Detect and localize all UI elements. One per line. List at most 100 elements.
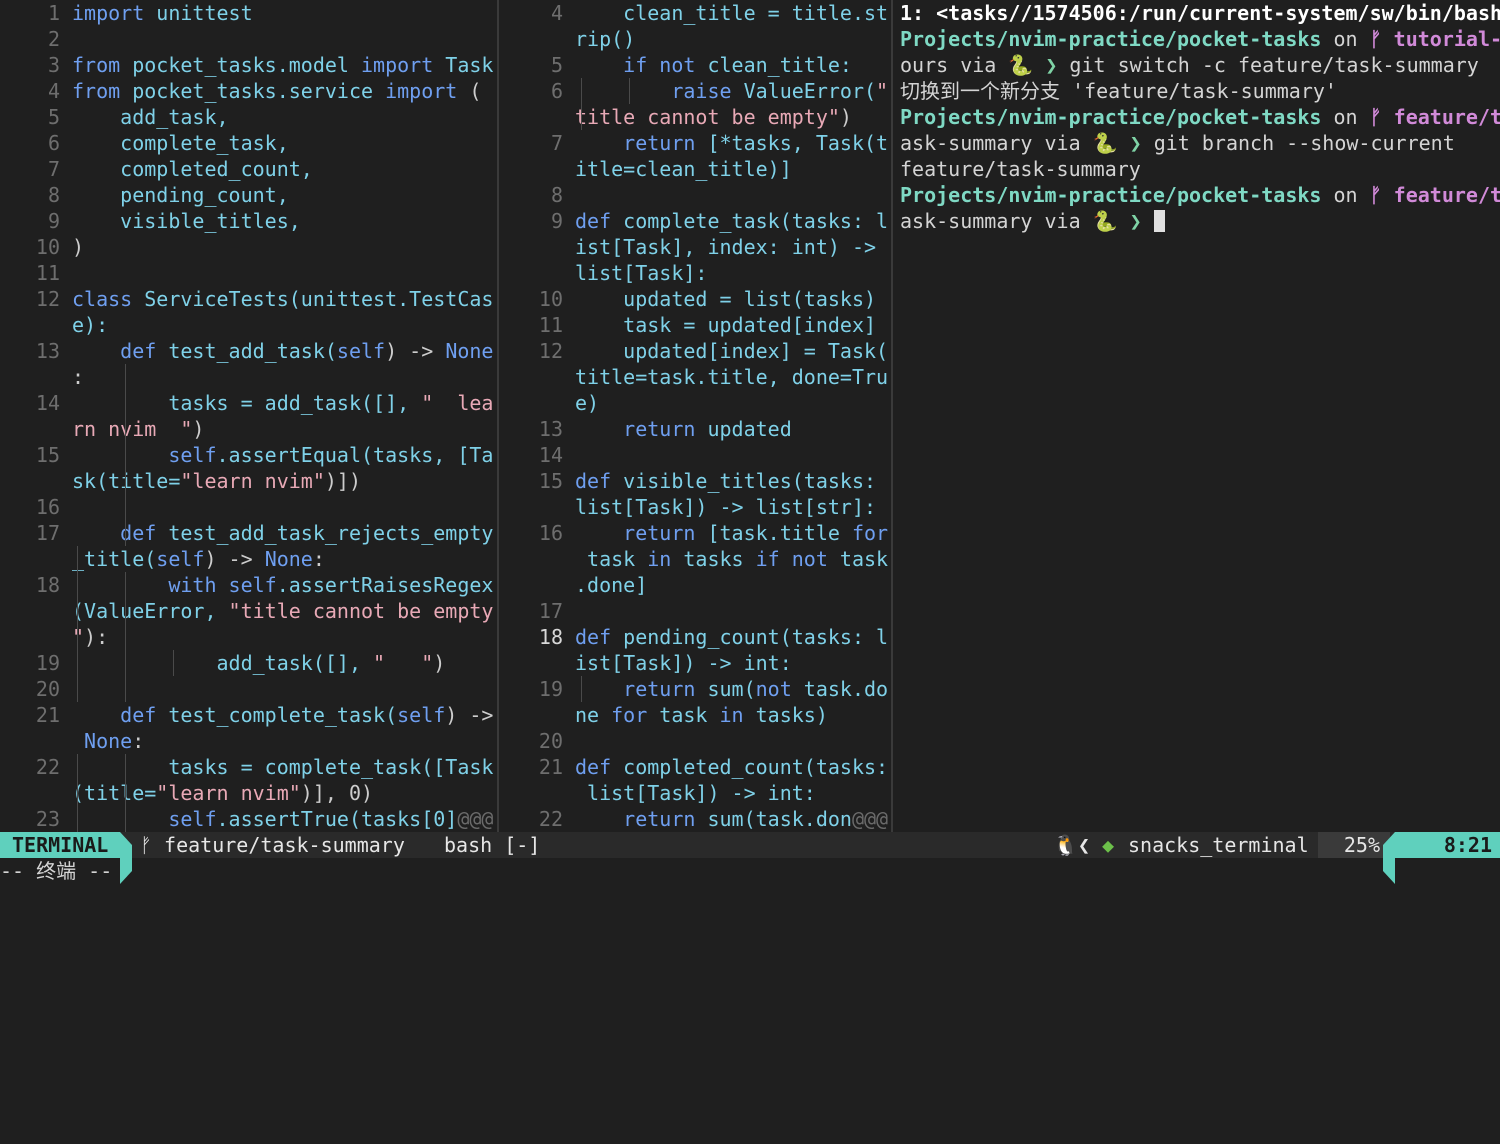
code-line[interactable]: 4 clean_title = title.st <box>500 0 891 26</box>
code-line[interactable]: 11 <box>0 260 497 286</box>
line-number: 22 <box>538 807 563 831</box>
code-line[interactable]: 7 return [*tasks, Task(t <box>500 130 891 156</box>
code-line[interactable]: 11 task = updated[index] <box>500 312 891 338</box>
code-line[interactable]: e): <box>0 312 497 338</box>
code-line[interactable]: list[Task]: <box>500 260 891 286</box>
code-line[interactable]: (ValueError, "title cannot be empty <box>0 598 497 624</box>
code-line[interactable]: _title(self) -> None: <box>0 546 497 572</box>
code-token: test_complete_task( <box>156 703 398 727</box>
code-line[interactable]: ne for task in tasks) <box>500 702 891 728</box>
code-line[interactable]: (title="learn nvim")], 0) <box>0 780 497 806</box>
code-line[interactable]: title cannot be empty") <box>500 104 891 130</box>
line-number: 13 <box>35 339 60 363</box>
code-line[interactable]: task in tasks if not task <box>500 546 891 572</box>
code-line[interactable]: 2 <box>0 26 497 52</box>
code-line[interactable]: 7 completed_count, <box>0 156 497 182</box>
line-number: 20 <box>538 729 563 753</box>
code-line[interactable]: ist[Task], index: int) -> <box>500 234 891 260</box>
code-line[interactable]: 12 updated[index] = Task( <box>500 338 891 364</box>
code-token: raise <box>671 79 732 103</box>
code-line[interactable]: 15 def visible_titles(tasks: <box>500 468 891 494</box>
code-line[interactable]: 10) <box>0 234 497 260</box>
code-line[interactable]: None: <box>0 728 497 754</box>
code-token: list[Task]) -> list[str]: <box>575 495 877 519</box>
code-line[interactable]: 23 self.assertTrue(tasks[0]@@@ <box>0 806 497 832</box>
code-line[interactable]: 20 <box>0 676 497 702</box>
code-line[interactable]: 13 return updated <box>500 416 891 442</box>
indent-guide <box>125 754 126 780</box>
code-line[interactable]: 13 def test_add_task(self) -> None <box>0 338 497 364</box>
code-line[interactable]: 10 updated = list(tasks) <box>500 286 891 312</box>
pane-divider-left[interactable] <box>497 0 499 832</box>
command-1: git switch -c feature/task-summary <box>1069 53 1479 77</box>
code-line[interactable]: 16 <box>0 494 497 520</box>
code-line[interactable]: 20 <box>500 728 891 754</box>
code-line[interactable]: ist[Task]) -> int: <box>500 650 891 676</box>
code-line[interactable]: 18 with self.assertRaisesRegex <box>0 572 497 598</box>
code-line[interactable]: e) <box>500 390 891 416</box>
code-token: return <box>623 131 696 155</box>
code-token: " <box>72 625 85 649</box>
code-line[interactable]: 21 def test_complete_task(self) -> <box>0 702 497 728</box>
code-line[interactable]: 5 add_task, <box>0 104 497 130</box>
code-token: if not <box>755 547 828 571</box>
code-line[interactable]: 6 complete_task, <box>0 130 497 156</box>
code-line[interactable]: 14 <box>500 442 891 468</box>
code-token: updated = list(tasks) <box>575 287 877 311</box>
code-line[interactable]: 22 return sum(task.don@@@ <box>500 806 891 832</box>
prompt-line-3b[interactable]: ask-summary via 🐍 ❯ <box>900 208 1165 234</box>
code-line[interactable]: "): <box>0 624 497 650</box>
code-line[interactable]: 9 visible_titles, <box>0 208 497 234</box>
line-number: 13 <box>538 417 563 441</box>
code-line[interactable]: 12 class ServiceTests(unittest.TestCas <box>0 286 497 312</box>
code-line[interactable]: list[Task]) -> int: <box>500 780 891 806</box>
code-token: pending_count(tasks: l <box>611 625 889 649</box>
code-line[interactable]: 18 def pending_count(tasks: l <box>500 624 891 650</box>
code-line[interactable]: 17 <box>500 598 891 624</box>
code-line[interactable]: 4 from pocket_tasks.service import ( <box>0 78 497 104</box>
code-line[interactable]: 16 return [task.title for <box>500 520 891 546</box>
code-line[interactable]: title=task.title, done=Tru <box>500 364 891 390</box>
code-line[interactable]: 19 add_task([], " ") <box>0 650 497 676</box>
code-line[interactable]: 21 def completed_count(tasks: <box>500 754 891 780</box>
code-token: @@@ <box>851 807 889 831</box>
code-line[interactable]: 8 pending_count, <box>0 182 497 208</box>
pane-divider-right[interactable] <box>891 0 893 832</box>
left-editor-pane[interactable]: 1 import unittest 2 3 from pocket_tasks.mode… <box>0 0 497 832</box>
middle-editor-pane[interactable]: 4 clean_title = title.st rip() 5 if not cl… <box>500 0 891 832</box>
code-line[interactable]: 15 self.assertEqual(tasks, [Ta <box>0 442 497 468</box>
code-line[interactable]: 5 if not clean_title: <box>500 52 891 78</box>
code-line[interactable]: 1 import unittest <box>0 0 497 26</box>
indent-guide <box>629 78 630 104</box>
code-line[interactable]: 14 tasks = add_task([], " lea <box>0 390 497 416</box>
code-line[interactable]: 22 tasks = complete_task([Task <box>0 754 497 780</box>
code-line[interactable]: rip() <box>500 26 891 52</box>
git-branch-icon: ᚠ <box>140 833 152 857</box>
code-token: task = updated[index] <box>575 313 877 337</box>
code-token: pocket_tasks.service <box>120 79 386 103</box>
code-line[interactable]: : <box>0 364 497 390</box>
output-1: 切换到一个新分支 'feature/task-summary' <box>900 79 1337 103</box>
code-line[interactable]: itle=clean_title)] <box>500 156 891 182</box>
code-line[interactable]: 8 <box>500 182 891 208</box>
code-line[interactable]: rn nvim ") <box>0 416 497 442</box>
code-line[interactable]: 9 def complete_task(tasks: l <box>500 208 891 234</box>
line-number: 21 <box>35 703 60 727</box>
terminal-pane[interactable]: 1: <tasks//1574506:/run/current-system/s… <box>898 0 1500 832</box>
code-token: for <box>611 703 648 727</box>
code-line[interactable]: list[Task]) -> list[str]: <box>500 494 891 520</box>
code-line[interactable]: sk(title="learn nvim")]) <box>0 468 497 494</box>
code-line[interactable]: 3 from pocket_tasks.model import Task <box>0 52 497 78</box>
python-icon: 🐍 <box>1008 53 1034 77</box>
code-line[interactable]: 17 def test_add_task_rejects_empty <box>0 520 497 546</box>
line-number: 6 <box>550 79 563 103</box>
indent-guide <box>77 624 78 650</box>
code-line[interactable]: 6 raise ValueError(" <box>500 78 891 104</box>
code-line[interactable]: 19 return sum(not task.do <box>500 676 891 702</box>
command-2: git branch --show-current <box>1153 131 1455 155</box>
code-line[interactable]: .done] <box>500 572 891 598</box>
